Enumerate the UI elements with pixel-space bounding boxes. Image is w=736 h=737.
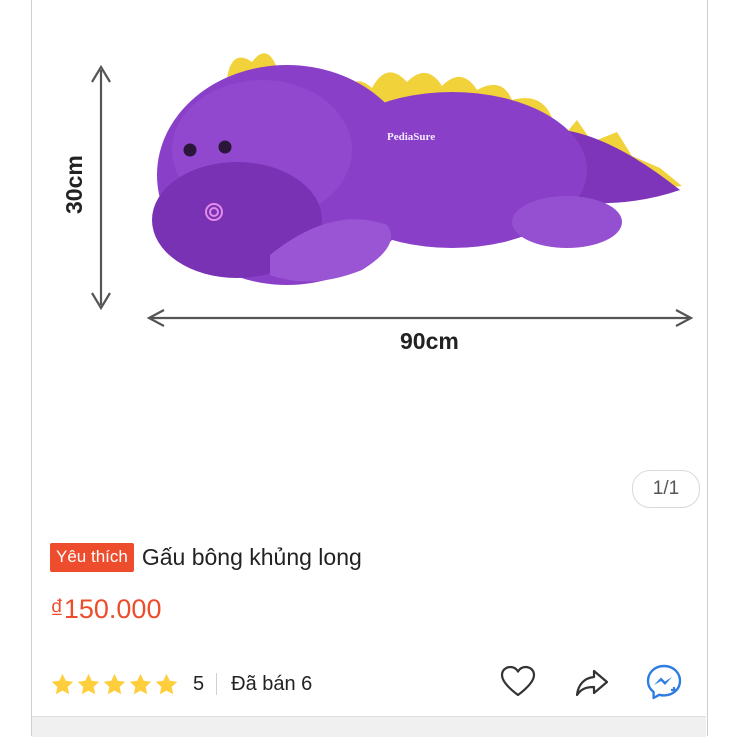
heart-icon[interactable] [498,662,538,702]
rating-stars [50,672,179,697]
star-icon [51,673,74,694]
image-page-indicator: 1/1 [632,470,700,508]
width-label: 90cm [400,328,459,354]
height-label: 30cm [61,155,87,214]
dinosaur-plush: PediaSure [152,53,682,285]
rating-row: 5 Đã bán 6 [50,664,312,704]
star-icon [129,673,152,694]
rating-value: 5 [193,672,205,695]
bottom-bar [32,716,706,737]
star-icon [103,673,126,694]
width-arrow [146,309,694,327]
product-title-row: Yêu thích Gấu bông khủng long [50,540,362,574]
sold-count: Đã bán 6 [231,672,313,695]
share-icon[interactable] [572,662,612,702]
height-arrow [91,64,111,311]
rating-divider [216,673,218,695]
star-icon [155,673,178,694]
product-image[interactable]: 30cm 90cm PediaSure [32,0,706,518]
favorite-badge: Yêu thích [50,542,134,572]
product-price: ₫150.000 [50,594,162,624]
plush-dinosaur-image: 30cm 90cm PediaSure [61,53,694,354]
star-icon [77,673,100,694]
product-title: Gấu bông khủng long [141,543,362,570]
messenger-icon[interactable] [644,662,684,702]
toy-brand-label: PediaSure [387,131,435,143]
